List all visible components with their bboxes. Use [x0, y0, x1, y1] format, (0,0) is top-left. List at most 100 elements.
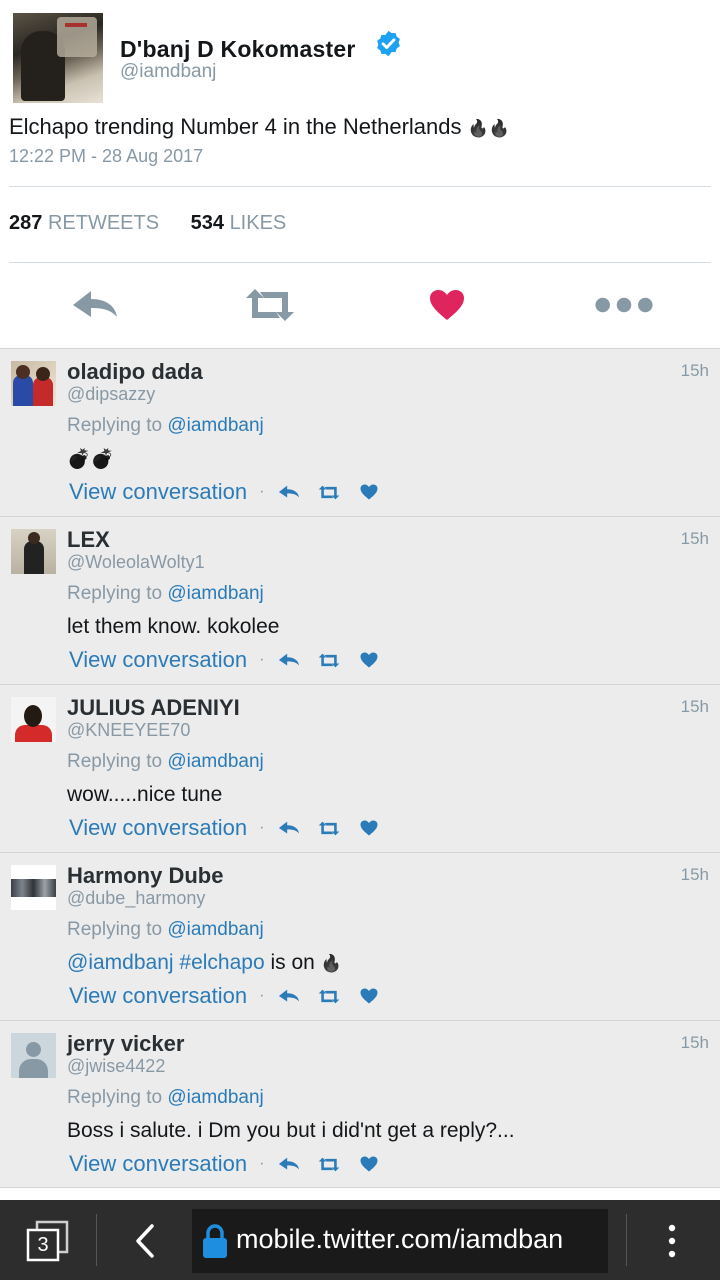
reply-icon	[279, 653, 300, 666]
reply-icon	[279, 485, 300, 498]
author-avatar[interactable]	[13, 13, 103, 103]
like-mini-button[interactable]	[356, 817, 382, 839]
author-handle[interactable]: @iamdbanj	[120, 61, 216, 83]
retweets-count[interactable]: 287	[9, 212, 42, 234]
reply-text: wow.....nice tune	[67, 783, 223, 806]
reply-author-handle[interactable]: @dipsazzy	[67, 384, 155, 405]
reply-author-name[interactable]: jerry vicker	[67, 1031, 184, 1057]
fire-emoji: 🔥	[320, 954, 342, 973]
reply-avatar[interactable]	[11, 361, 56, 406]
retweet-icon	[319, 485, 340, 499]
view-conversation-link[interactable]: View conversation	[69, 815, 247, 841]
likes-count[interactable]: 534	[191, 212, 224, 234]
reply-tweet[interactable]: LEX @WoleolaWolty1 15h Replying to @iamd…	[0, 516, 720, 684]
reply-author-name[interactable]: oladipo dada	[67, 359, 203, 385]
tweet-actions	[0, 270, 720, 340]
reply-icon	[73, 291, 117, 317]
tabs-button[interactable]: 3	[24, 1220, 70, 1262]
reply-mini-button[interactable]	[276, 649, 302, 671]
replying-prefix: Replying to	[67, 1087, 163, 1108]
replying-to: Replying to @iamdbanj	[67, 415, 264, 437]
replying-to: Replying to @iamdbanj	[67, 919, 264, 941]
reply-tweet[interactable]: Harmony Dube @dube_harmony 15h Replying …	[0, 852, 720, 1020]
reply-mini-button[interactable]	[276, 481, 302, 503]
like-mini-button[interactable]	[356, 481, 382, 503]
separator-dot: ·	[259, 483, 265, 500]
like-mini-button[interactable]	[356, 649, 382, 671]
retweet-mini-button[interactable]	[316, 985, 342, 1007]
retweet-icon	[319, 653, 340, 667]
reply-text: 💣💣	[67, 449, 115, 470]
reply-footer: View conversation ·	[69, 477, 396, 507]
like-mini-button[interactable]	[356, 985, 382, 1007]
divider	[9, 186, 711, 187]
replying-mention[interactable]: @iamdbanj	[167, 919, 263, 940]
more-options-button[interactable]	[594, 280, 654, 330]
retweets-label[interactable]: RETWEETS	[48, 212, 159, 234]
mention-link[interactable]: @iamdbanj	[67, 951, 174, 974]
browser-bottom-bar: 3 mobile.twitter.com/iamdban	[0, 1200, 720, 1280]
fire-emoji: 🔥🔥	[467, 119, 510, 138]
reply-author-name[interactable]: Harmony Dube	[67, 863, 223, 889]
reply-mini-button[interactable]	[276, 1153, 302, 1175]
reply-time: 15h	[680, 361, 709, 380]
replying-prefix: Replying to	[67, 751, 163, 772]
retweet-mini-button[interactable]	[316, 481, 342, 503]
tab-count: 3	[37, 1233, 49, 1256]
view-conversation-link[interactable]: View conversation	[69, 479, 247, 505]
view-conversation-link[interactable]: View conversation	[69, 983, 247, 1009]
url-text: mobile.twitter.com/iamdban	[236, 1224, 564, 1254]
replying-to: Replying to @iamdbanj	[67, 583, 264, 605]
retweet-mini-button[interactable]	[316, 1153, 342, 1175]
reply-author-handle[interactable]: @WoleolaWolty1	[67, 552, 205, 573]
reply-avatar[interactable]	[11, 1033, 56, 1078]
reply-avatar[interactable]	[11, 529, 56, 574]
reply-text: @iamdbanj #elchapo is on 🔥	[67, 951, 342, 975]
back-button[interactable]	[126, 1220, 162, 1262]
reply-tweet[interactable]: JULIUS ADENIYI @KNEEYEE70 15h Replying t…	[0, 684, 720, 852]
reply-time: 15h	[680, 1033, 709, 1052]
verified-badge-icon	[377, 30, 400, 57]
likes-label[interactable]: LIKES	[230, 212, 287, 234]
reply-button[interactable]	[65, 280, 125, 330]
reply-author-name[interactable]: LEX	[67, 527, 110, 553]
replying-mention[interactable]: @iamdbanj	[167, 751, 263, 772]
replying-to: Replying to @iamdbanj	[67, 1087, 264, 1109]
retweet-mini-button[interactable]	[316, 817, 342, 839]
replying-prefix: Replying to	[67, 415, 163, 436]
tweet-text-body: Elchapo trending Number 4 in the Netherl…	[9, 114, 462, 139]
reply-mini-button[interactable]	[276, 985, 302, 1007]
overflow-menu-button[interactable]	[660, 1222, 684, 1262]
reply-avatar[interactable]	[11, 865, 56, 910]
reply-author-handle[interactable]: @jwise4422	[67, 1056, 165, 1077]
reply-author-name[interactable]: JULIUS ADENIYI	[67, 695, 240, 721]
reply-footer: View conversation ·	[69, 1149, 396, 1179]
reply-tweet[interactable]: jerry vicker @jwise4422 15h Replying to …	[0, 1020, 720, 1188]
address-bar[interactable]: mobile.twitter.com/iamdban	[192, 1209, 608, 1273]
replying-mention[interactable]: @iamdbanj	[167, 583, 263, 604]
reply-time: 15h	[680, 697, 709, 716]
reply-mini-button[interactable]	[276, 817, 302, 839]
reply-footer: View conversation ·	[69, 813, 396, 843]
reply-author-handle[interactable]: @KNEEYEE70	[67, 720, 190, 741]
retweet-button[interactable]	[240, 280, 300, 330]
chevron-left-icon	[136, 1224, 154, 1258]
view-conversation-link[interactable]: View conversation	[69, 1151, 247, 1177]
retweet-mini-button[interactable]	[316, 649, 342, 671]
reply-footer: View conversation ·	[69, 981, 396, 1011]
like-mini-button[interactable]	[356, 1153, 382, 1175]
reply-author-handle[interactable]: @dube_harmony	[67, 888, 205, 909]
view-conversation-link[interactable]: View conversation	[69, 647, 247, 673]
replying-to: Replying to @iamdbanj	[67, 751, 264, 773]
author-name[interactable]: D'banj D Kokomaster	[120, 36, 356, 63]
replying-mention[interactable]: @iamdbanj	[167, 415, 263, 436]
replying-mention[interactable]: @iamdbanj	[167, 1087, 263, 1108]
replying-prefix: Replying to	[67, 919, 163, 940]
tweet-stats: 287 RETWEETS 534 LIKES	[9, 212, 312, 235]
reply-avatar[interactable]	[11, 697, 56, 742]
like-button[interactable]	[417, 280, 477, 330]
retweet-icon	[319, 1157, 340, 1171]
hashtag-link[interactable]: #elchapo	[179, 951, 264, 974]
reply-tweet[interactable]: oladipo dada @dipsazzy 15h Replying to @…	[0, 348, 720, 516]
heart-icon	[360, 820, 378, 836]
